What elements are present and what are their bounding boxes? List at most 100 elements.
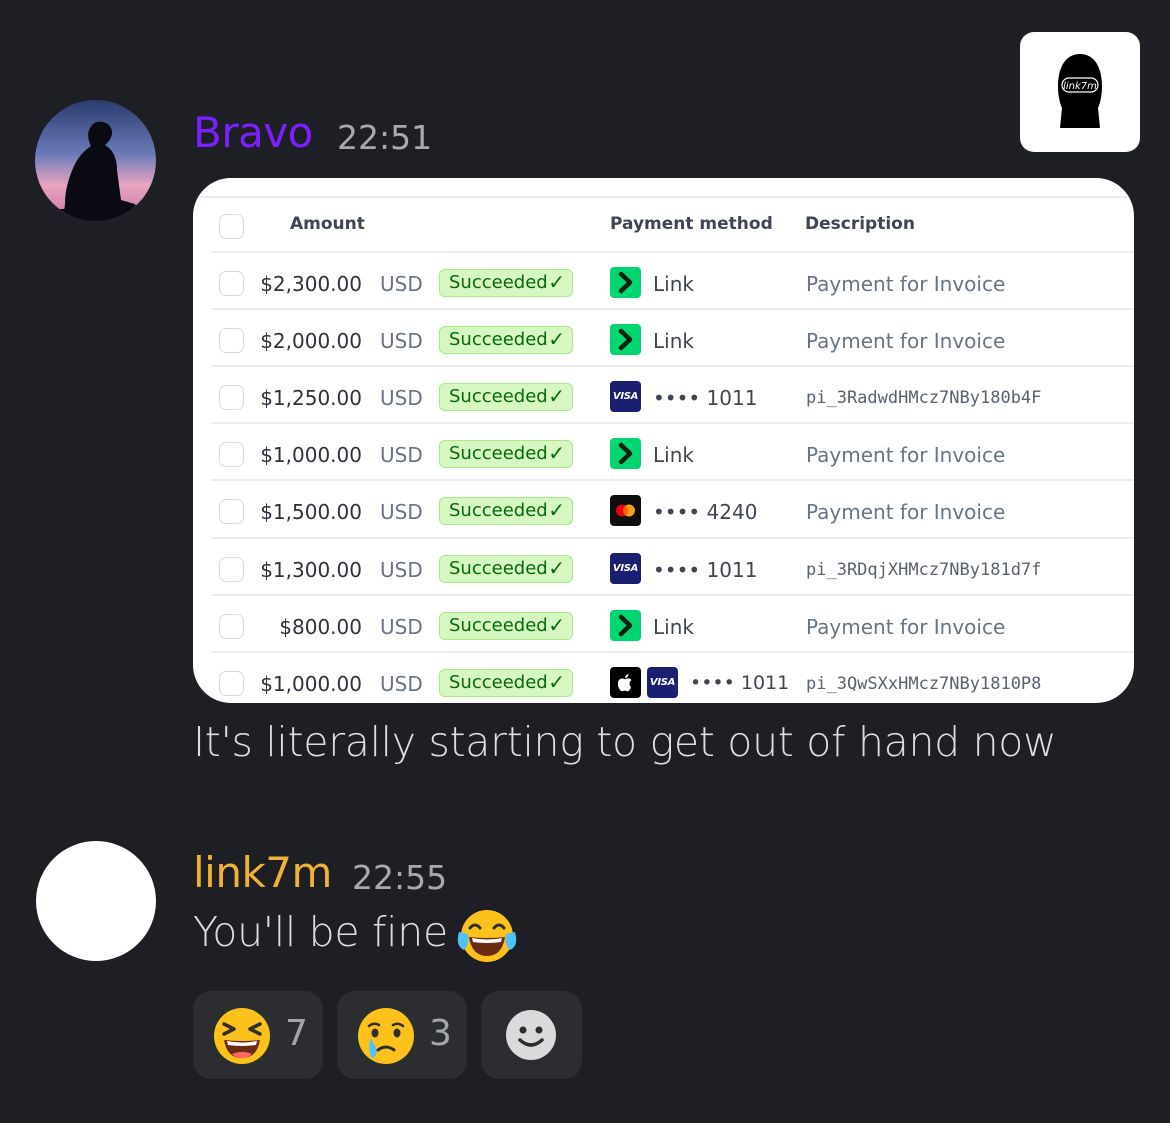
row-divider (211, 251, 1134, 253)
checkmark-icon: ✓ (548, 327, 565, 351)
reaction-crying[interactable]: 3 (337, 991, 467, 1079)
row-divider (211, 479, 1134, 481)
description-cell: Payment for Invoice (806, 272, 1006, 296)
row-checkbox[interactable] (219, 271, 244, 296)
payment-method-text: Link (653, 272, 694, 296)
status-label: Succeeded (449, 615, 548, 636)
status-label: Succeeded (449, 500, 548, 521)
checkmark-icon: ✓ (548, 613, 565, 637)
payment-method-text: •••• 1011 (653, 386, 758, 410)
add-reaction-icon (506, 1010, 556, 1064)
amount-cell: $800.00 (279, 615, 362, 639)
column-header-amount: Amount (290, 214, 365, 234)
checkmark-icon: ✓ (548, 441, 565, 465)
visa-icon: VISA (610, 381, 641, 412)
currency-cell: USD (380, 329, 423, 353)
amount-cell: $1,500.00 (260, 500, 362, 524)
reaction-laughing[interactable]: 7 (193, 991, 323, 1079)
row-checkbox[interactable] (219, 328, 244, 353)
row-checkbox[interactable] (219, 671, 244, 696)
row-checkbox[interactable] (219, 442, 244, 467)
row-checkbox[interactable] (219, 557, 244, 582)
payment-method-text: Link (653, 443, 694, 467)
reaction-count: 7 (285, 1013, 308, 1054)
status-badge: Succeeded ✓ (439, 383, 573, 411)
avatar[interactable] (36, 841, 156, 961)
visa-icon: VISA (610, 553, 641, 584)
status-badge: Succeeded ✓ (439, 497, 573, 525)
status-badge: Succeeded ✓ (439, 440, 573, 468)
status-badge: Succeeded ✓ (439, 555, 573, 583)
avatar[interactable] (35, 100, 156, 221)
message-text: It's literally starting to get out of ha… (193, 718, 1057, 766)
link-icon (610, 610, 641, 641)
status-badge: Succeeded ✓ (439, 669, 573, 697)
svg-text:link7m: link7m (1063, 81, 1097, 92)
divider (193, 196, 1134, 198)
corner-logo-badge[interactable]: link7m (1020, 32, 1140, 152)
username[interactable]: link7m (193, 848, 332, 897)
username[interactable]: Bravo (193, 108, 313, 157)
checkmark-icon: ✓ (548, 270, 565, 294)
row-divider (211, 308, 1134, 310)
message-timestamp: 22:51 (337, 118, 433, 157)
description-cell: Payment for Invoice (806, 443, 1006, 467)
add-reaction-button[interactable] (481, 991, 582, 1079)
row-divider (211, 422, 1134, 424)
checkmark-icon: ✓ (548, 384, 565, 408)
reaction-count: 3 (429, 1013, 452, 1054)
image-attachment[interactable]: Amount Payment method Description $2,300… (193, 178, 1134, 703)
payment-method-text: Link (653, 329, 694, 353)
row-checkbox[interactable] (219, 499, 244, 524)
column-header-description: Description (805, 214, 915, 234)
currency-cell: USD (380, 500, 423, 524)
avatar-image (35, 100, 156, 221)
checkmark-icon: ✓ (548, 498, 565, 522)
description-cell: pi_3RDqjXHMcz7NBy181d7f (806, 560, 1042, 580)
description-cell: Payment for Invoice (806, 500, 1006, 524)
balaclava-logo-icon: link7m (1058, 54, 1102, 128)
mastercard-icon (610, 495, 641, 526)
checkmark-icon: ✓ (548, 556, 565, 580)
description-cell: pi_3QwSXxHMcz7NBy1810P8 (806, 674, 1042, 694)
joy-emoji-icon (456, 906, 518, 970)
row-divider (211, 537, 1134, 539)
description-cell: Payment for Invoice (806, 329, 1006, 353)
status-label: Succeeded (449, 672, 548, 693)
column-header-payment-method: Payment method (610, 214, 773, 234)
currency-cell: USD (380, 386, 423, 410)
status-badge: Succeeded ✓ (439, 326, 573, 354)
payment-method-text: •••• 4240 (653, 500, 758, 524)
currency-cell: USD (380, 615, 423, 639)
link-icon (610, 438, 641, 469)
checkmark-icon: ✓ (548, 670, 565, 694)
row-checkbox[interactable] (219, 614, 244, 639)
visa-icon: VISA (647, 667, 678, 698)
amount-cell: $2,000.00 (260, 329, 362, 353)
amount-cell: $2,300.00 (260, 272, 362, 296)
payment-method-text: •••• 1011 (653, 558, 758, 582)
currency-cell: USD (380, 443, 423, 467)
message-text: You'll be fine (193, 908, 448, 956)
status-label: Succeeded (449, 272, 548, 293)
status-label: Succeeded (449, 386, 548, 407)
status-badge: Succeeded ✓ (439, 612, 573, 640)
row-divider (211, 594, 1134, 596)
status-label: Succeeded (449, 443, 548, 464)
row-divider (211, 365, 1134, 367)
crying-emoji-icon (356, 1006, 416, 1070)
description-cell: Payment for Invoice (806, 615, 1006, 639)
row-divider (211, 651, 1134, 653)
amount-cell: $1,300.00 (260, 558, 362, 582)
currency-cell: USD (380, 558, 423, 582)
select-all-checkbox[interactable] (219, 214, 244, 239)
amount-cell: $1,000.00 (260, 672, 362, 696)
status-label: Succeeded (449, 558, 548, 579)
link-icon (610, 324, 641, 355)
status-label: Succeeded (449, 329, 548, 350)
laughing-emoji-icon (212, 1006, 272, 1070)
row-checkbox[interactable] (219, 385, 244, 410)
amount-cell: $1,000.00 (260, 443, 362, 467)
message-timestamp: 22:55 (352, 858, 448, 897)
currency-cell: USD (380, 272, 423, 296)
